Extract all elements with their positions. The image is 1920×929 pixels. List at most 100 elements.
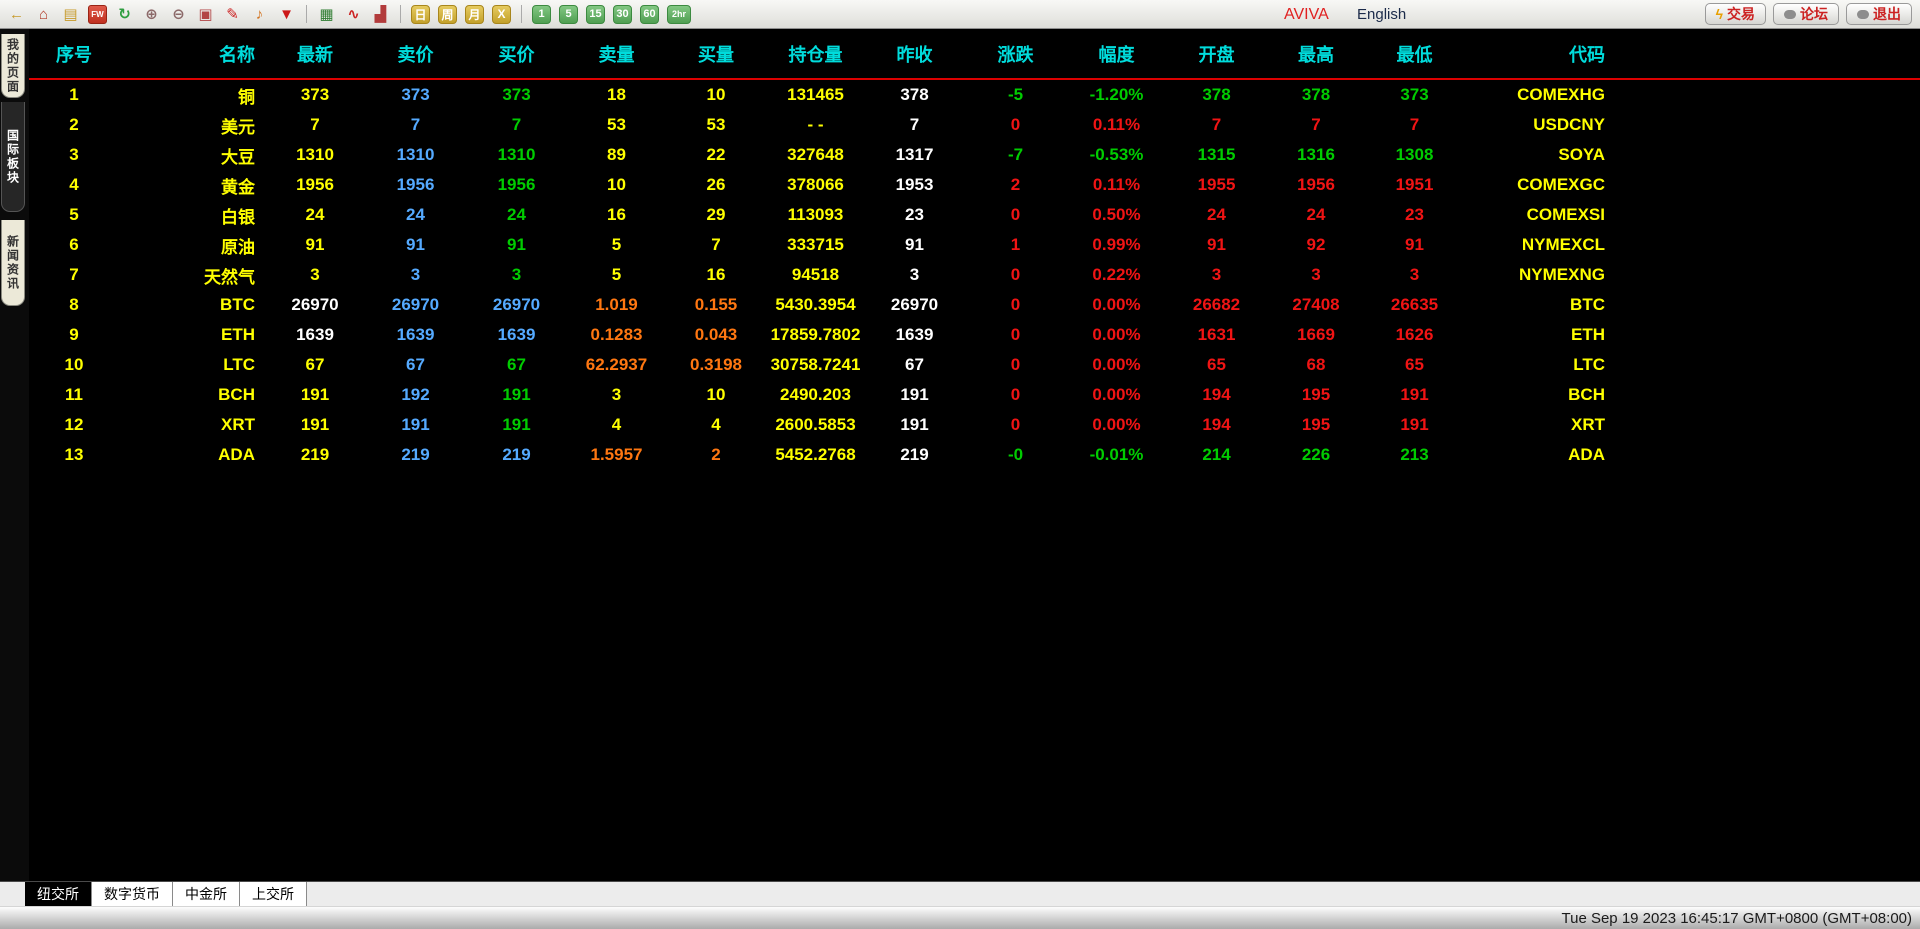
header-cell[interactable]: 涨跌 — [964, 41, 1067, 67]
period-button-X[interactable]: X — [492, 5, 511, 24]
home-icon[interactable]: ⌂ — [34, 5, 53, 24]
header-cell[interactable]: 最新 — [265, 41, 365, 67]
header-cell[interactable]: 开盘 — [1166, 41, 1267, 67]
table-cell: 7 — [865, 115, 964, 135]
table-cell: 378 — [1166, 85, 1267, 105]
forum-button-label: 论坛 — [1800, 4, 1828, 24]
sidebar-tab-1[interactable]: 我的页面 — [1, 34, 25, 98]
language-switch[interactable]: English — [1357, 0, 1406, 29]
trade-button[interactable]: ϟ 交易 — [1705, 3, 1766, 25]
sidebar-tab-label: 我的页面 — [5, 38, 22, 94]
period-button-周[interactable]: 周 — [438, 5, 457, 24]
table-cell: 373 — [365, 85, 466, 105]
table-cell: 1310 — [466, 145, 567, 165]
header-cell[interactable]: 名称 — [119, 41, 265, 67]
table-cell: ADA — [119, 445, 265, 465]
header-cell[interactable]: 卖量 — [567, 41, 666, 67]
interval-button-1[interactable]: 1 — [532, 5, 551, 24]
header-cell[interactable]: 最低 — [1365, 41, 1464, 67]
table-row[interactable]: 13ADA2192192191.595725452.2768219-0-0.01… — [29, 440, 1920, 470]
toolbar-separator — [400, 5, 401, 23]
table-row[interactable]: 5白银24242416291130932300.50%242423COMEXSI — [29, 200, 1920, 230]
sidebar-tab-3[interactable]: 新闻资讯 — [1, 220, 25, 306]
table-cell: 12 — [29, 415, 119, 435]
horn-icon[interactable]: ♪ — [250, 5, 269, 24]
refresh-icon[interactable]: ↻ — [115, 5, 134, 24]
table-cell: 24 — [1267, 205, 1365, 225]
logout-button[interactable]: 退出 — [1846, 3, 1912, 25]
header-cell[interactable]: 代码 — [1464, 41, 1614, 67]
edit-icon[interactable]: ✎ — [223, 5, 242, 24]
table-cell: 5 — [567, 265, 666, 285]
bar-chart-icon[interactable]: ▟ — [371, 5, 390, 24]
table-cell: 195 — [1267, 385, 1365, 405]
zoom-out-icon[interactable]: ⊖ — [169, 5, 188, 24]
exchange-tab-4[interactable]: 上交所 — [240, 882, 307, 906]
table-row[interactable]: 2美元7775353- -700.11%777USDCNY — [29, 110, 1920, 140]
header-cell[interactable]: 卖价 — [365, 41, 466, 67]
table-view-icon[interactable]: ▦ — [317, 5, 336, 24]
layers-icon[interactable]: ▣ — [196, 5, 215, 24]
left-sidebar: 我的页面国际板块新闻资讯 — [0, 29, 29, 881]
header-cell[interactable]: 序号 — [29, 41, 119, 67]
zoom-in-icon[interactable]: ⊕ — [142, 5, 161, 24]
header-cell[interactable]: 昨收 — [865, 41, 964, 67]
interval-button-15[interactable]: 15 — [586, 5, 605, 24]
table-row[interactable]: 12XRT191191191442600.585319100.00%194195… — [29, 410, 1920, 440]
table-cell: 1 — [964, 235, 1067, 255]
table-row[interactable]: 4黄金1956195619561026378066195320.11%19551… — [29, 170, 1920, 200]
table-row[interactable]: 6原油919191573337159110.99%919291NYMEXCL — [29, 230, 1920, 260]
table-cell: 53 — [666, 115, 766, 135]
exchange-tab-2[interactable]: 数字货币 — [92, 882, 173, 906]
table-row[interactable]: 10LTC67676762.29370.319830758.72416700.0… — [29, 350, 1920, 380]
table-cell: 大豆 — [119, 143, 265, 168]
table-cell: 1953 — [865, 175, 964, 195]
interval-button-30[interactable]: 30 — [613, 5, 632, 24]
interval-button-5[interactable]: 5 — [559, 5, 578, 24]
header-cell[interactable]: 买价 — [466, 41, 567, 67]
header-cell[interactable]: 最高 — [1267, 41, 1365, 67]
table-row[interactable]: 7天然气33351694518300.22%333NYMEXNG — [29, 260, 1920, 290]
table-cell: 191 — [265, 385, 365, 405]
table-cell: 213 — [1365, 445, 1464, 465]
table-cell: 26970 — [865, 295, 964, 315]
forum-button[interactable]: 论坛 — [1773, 3, 1839, 25]
header-cell[interactable]: 幅度 — [1067, 41, 1166, 67]
table-cell: 18 — [567, 85, 666, 105]
interval-button-60[interactable]: 60 — [640, 5, 659, 24]
table-cell: 191 — [466, 385, 567, 405]
table-cell: 1308 — [1365, 145, 1464, 165]
notes-icon[interactable]: ▤ — [61, 5, 80, 24]
table-cell: 天然气 — [119, 263, 265, 288]
table-row[interactable]: 8BTC2697026970269701.0190.1555430.395426… — [29, 290, 1920, 320]
header-cell[interactable]: 持仓量 — [766, 41, 865, 67]
sidebar-tab-label: 新闻资讯 — [5, 235, 22, 291]
exchange-tab-1[interactable]: 纽交所 — [25, 882, 92, 906]
period-button-月[interactable]: 月 — [465, 5, 484, 24]
table-cell: 191 — [865, 415, 964, 435]
back-icon[interactable]: ← — [7, 5, 26, 24]
table-cell: 0.043 — [666, 325, 766, 345]
table-row[interactable]: 11BCH1911921913102490.20319100.00%194195… — [29, 380, 1920, 410]
exchange-tab-3[interactable]: 中金所 — [173, 882, 240, 906]
sidebar-tab-2[interactable]: 国际板块 — [1, 102, 25, 212]
period-button-日[interactable]: 日 — [411, 5, 430, 24]
line-chart-icon[interactable]: ∿ — [344, 5, 363, 24]
table-cell: 2 — [964, 175, 1067, 195]
brand-label: AVIVA — [1284, 0, 1329, 29]
fw-icon[interactable]: FW — [88, 5, 107, 24]
table-cell: 191 — [466, 415, 567, 435]
table-cell: 67 — [466, 355, 567, 375]
table-row[interactable]: 1铜3733733731810131465378-5-1.20%37837837… — [29, 80, 1920, 110]
table-cell: 7 — [666, 235, 766, 255]
table-cell: 0 — [964, 325, 1067, 345]
table-cell: 0 — [964, 205, 1067, 225]
table-cell: 219 — [865, 445, 964, 465]
table-row[interactable]: 3大豆13101310131089223276481317-7-0.53%131… — [29, 140, 1920, 170]
header-cell[interactable]: 买量 — [666, 41, 766, 67]
table-cell: 0.00% — [1067, 325, 1166, 345]
interval-button-2hr[interactable]: 2hr — [667, 5, 691, 24]
table-cell: 铜 — [119, 83, 265, 108]
filter-icon[interactable]: ▼ — [277, 5, 296, 24]
table-row[interactable]: 9ETH1639163916390.12830.04317859.7802163… — [29, 320, 1920, 350]
